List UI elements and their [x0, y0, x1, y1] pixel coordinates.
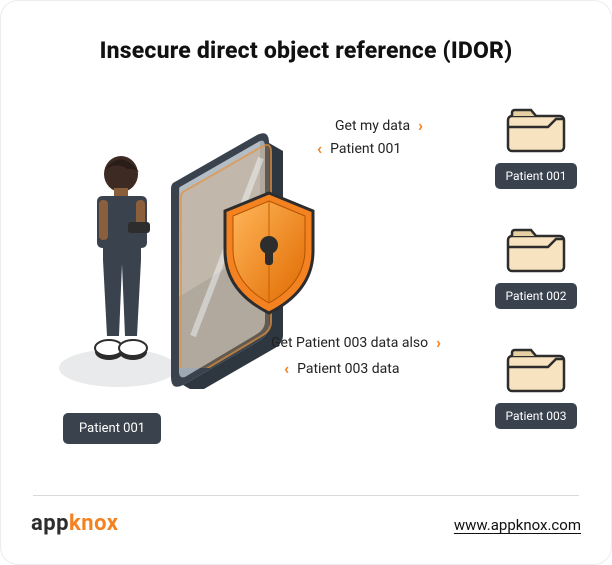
folder-patient-003: Patient 003	[493, 347, 579, 429]
folder-stack: Patient 001 Patient 002 Patient 003	[493, 107, 579, 429]
request-top-in: ‹ Patient 001	[317, 139, 401, 158]
request-bottom-in: ‹ Patient 003 data	[284, 359, 399, 378]
chevron-right-icon: ›	[418, 116, 423, 135]
label: Get my data	[335, 118, 410, 134]
actor-label: Patient 001	[63, 413, 161, 444]
folder-patient-001: Patient 001	[493, 107, 579, 189]
folder-patient-002: Patient 002	[493, 227, 579, 309]
logo-knox: knox	[69, 511, 118, 536]
site-link[interactable]: www.appknox.com	[454, 516, 581, 534]
divider	[33, 495, 579, 496]
request-bottom-out: Get Patient 003 data also ›	[271, 333, 441, 352]
chevron-left-icon: ‹	[317, 139, 322, 158]
chevron-left-icon: ‹	[284, 359, 289, 378]
folder-icon	[506, 227, 566, 273]
diagram-frame: Insecure direct object reference (IDOR) …	[0, 0, 612, 565]
label: Get Patient 003 data also	[271, 335, 428, 351]
folder-label: Patient 002	[495, 283, 576, 309]
page-title: Insecure direct object reference (IDOR)	[1, 37, 611, 64]
folder-icon	[506, 107, 566, 153]
request-top-out: Get my data ›	[335, 116, 423, 135]
folder-label: Patient 003	[495, 403, 576, 429]
person-illustration	[81, 156, 169, 378]
folder-icon	[506, 347, 566, 393]
shield-icon	[217, 189, 321, 317]
label: Patient 003 data	[297, 361, 399, 377]
folder-label: Patient 001	[495, 163, 576, 189]
brand-logo: appknox	[31, 511, 119, 536]
chevron-right-icon: ›	[436, 333, 441, 352]
logo-pre: app	[31, 511, 69, 536]
canvas: Patient 001	[1, 81, 611, 474]
label: Patient 001	[330, 141, 401, 157]
